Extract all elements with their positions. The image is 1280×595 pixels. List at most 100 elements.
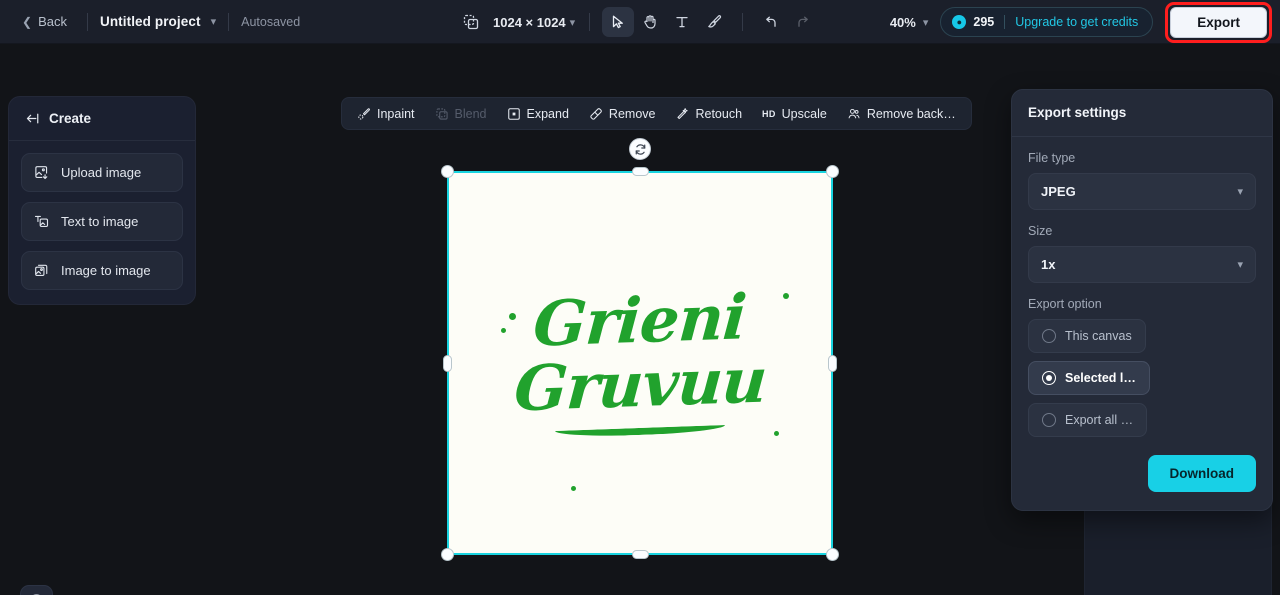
export-option-selected-layer[interactable]: Selected l… [1028,361,1150,395]
export-panel-title: Export settings [1028,105,1127,120]
export-option-group: This canvas Selected l… Export all … [1028,319,1256,437]
autosaved-label: Autosaved [241,14,301,29]
export-panel-footer: Download [1012,437,1272,492]
artwork-line-2: Gruvuu [511,343,769,426]
back-button[interactable]: ❮ Back [14,10,75,33]
retouch-button[interactable]: Retouch [666,101,751,127]
canvas-area[interactable]: Grieni Gruvuu Inpaint Blend Expand Remov… [0,44,1280,595]
credits-pill[interactable]: ● 295 Upgrade to get credits [940,7,1154,37]
remove-background-icon [847,107,861,121]
create-panel-body: Upload image Text to image Image to imag… [9,141,195,290]
remove-background-label: Remove back… [866,106,956,121]
expand-icon [507,107,521,121]
resize-handle-top-right[interactable] [826,165,839,178]
chevron-down-icon[interactable]: ▾ [923,16,929,29]
artwork-dot [571,486,576,491]
export-button[interactable]: Export [1170,6,1267,38]
rotate-handle[interactable] [629,138,651,160]
export-panel-header: Export settings [1012,90,1272,137]
create-panel-title: Create [49,111,92,126]
size-value: 1x [1041,257,1056,272]
export-option-export-all[interactable]: Export all … [1028,403,1148,437]
retouch-icon [675,107,689,121]
artwork-dot [501,328,506,333]
radio-icon [1042,329,1056,343]
radio-icon [1042,413,1056,427]
resize-handle-bottom-left[interactable] [441,548,454,561]
chevron-down-icon[interactable]: ▾ [211,15,217,28]
resize-handle-right[interactable] [828,355,837,372]
divider [589,13,591,31]
image-context-toolbar: Inpaint Blend Expand Remove Retouch HD U… [341,97,972,130]
chevron-down-icon: ▾ [1237,186,1243,198]
size-select[interactable]: 1x ▾ [1028,246,1256,283]
upgrade-link[interactable]: Upgrade to get credits [1015,15,1138,29]
export-option-this-canvas[interactable]: This canvas [1028,319,1146,353]
help-button[interactable] [20,585,53,595]
resize-handle-top[interactable] [632,167,649,176]
divider [86,12,88,31]
file-type-value: JPEG [1041,184,1076,199]
upscale-label: Upscale [781,106,827,121]
artwork-dot [783,293,789,299]
chevron-down-icon[interactable]: ▾ [570,16,576,29]
hd-badge: HD [762,108,776,119]
download-button[interactable]: Download [1147,455,1256,492]
text-tool[interactable] [666,7,698,37]
divider [742,13,744,31]
upscale-button[interactable]: HD Upscale [753,101,836,127]
expand-label: Expand [526,106,569,121]
retouch-label: Retouch [695,106,743,121]
brush-tool[interactable] [698,7,730,37]
upload-image-label: Upload image [61,165,142,180]
export-panel-body: File type JPEG ▾ Size 1x ▾ Export option… [1012,137,1272,437]
blend-icon [435,107,449,121]
file-type-label: File type [1028,151,1076,165]
text-to-image-label: Text to image [61,214,139,229]
inpaint-icon [357,107,371,121]
remove-button[interactable]: Remove [580,101,665,127]
remove-background-button[interactable]: Remove back… [838,101,965,127]
collapse-panel-icon[interactable] [25,111,40,126]
file-type-select[interactable]: JPEG ▾ [1028,173,1256,210]
credit-coin-icon: ● [952,15,967,29]
text-to-image-icon [34,214,49,229]
top-bar-left: ❮ Back Untitled project ▾ Autosaved [0,10,300,33]
export-option-label-0: This canvas [1065,329,1132,343]
expand-button[interactable]: Expand [498,101,578,127]
artwork-image: Grieni Gruvuu [449,173,831,553]
export-settings-panel: Export settings File type JPEG ▾ Size 1x… [1011,89,1273,511]
back-label: Back [38,14,67,29]
size-label: Size [1028,224,1053,238]
text-to-image-button[interactable]: Text to image [21,202,183,241]
canvas-size-label: 1024 × 1024 [493,14,566,30]
resize-handle-bottom[interactable] [632,550,649,559]
redo-button[interactable] [787,7,819,37]
resize-handle-bottom-right[interactable] [826,548,839,561]
create-panel: Create Upload image Text to image Image … [8,96,196,305]
top-bar: ❮ Back Untitled project ▾ Autosaved 1024… [0,0,1280,44]
blend-button: Blend [426,101,496,127]
create-panel-header[interactable]: Create [9,97,195,141]
image-to-image-icon [34,263,49,278]
inpaint-label: Inpaint [377,106,415,121]
resize-handle-top-left[interactable] [441,165,454,178]
artwork-dot [774,431,779,436]
remove-icon [589,107,603,121]
undo-button[interactable] [755,7,787,37]
upload-image-button[interactable]: Upload image [21,153,183,192]
blend-label: Blend [454,106,487,121]
image-to-image-label: Image to image [61,263,151,278]
resize-handle-left[interactable] [443,355,452,372]
select-tool[interactable] [602,7,635,37]
hand-tool[interactable] [634,7,666,37]
resize-canvas-icon[interactable] [455,7,487,37]
project-title: Untitled project [99,14,201,29]
artwork-dot [509,313,516,320]
image-to-image-button[interactable]: Image to image [21,251,183,290]
credits-count: 295 [973,15,995,29]
chevron-down-icon: ▾ [1237,259,1243,271]
export-option-label: Export option [1028,297,1102,311]
inpaint-button[interactable]: Inpaint [348,101,424,127]
selected-image-frame[interactable]: Grieni Gruvuu [441,165,839,561]
